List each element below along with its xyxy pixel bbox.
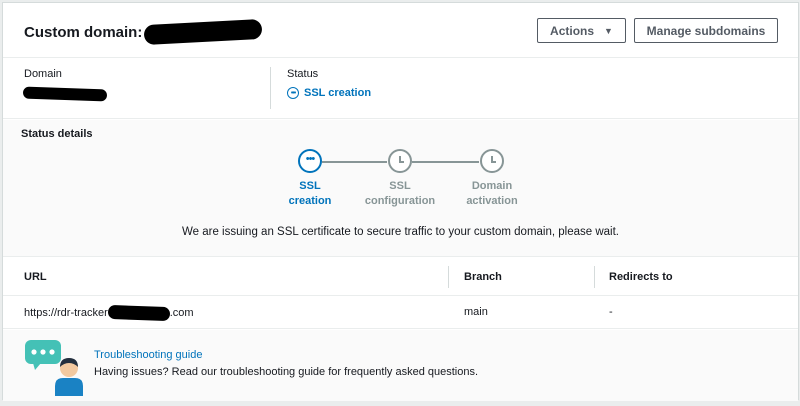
domain-label: Domain — [24, 68, 62, 80]
cell-branch: main — [464, 306, 488, 318]
step-connector — [322, 161, 387, 163]
page-title: Custom domain: — [24, 18, 263, 46]
column-header-branch: Branch — [464, 271, 502, 283]
step-ssl-configuration-icon — [388, 149, 412, 173]
manage-subdomains-label: Manage subdomains — [646, 23, 766, 38]
step-domain-activation-icon — [480, 149, 504, 173]
domain-status-section: Domain Status ••• SSL creation — [3, 59, 798, 119]
status-message: We are issuing an SSL certificate to sec… — [182, 226, 619, 238]
status-details-section: Status details ••• SSL creation SSL conf… — [3, 120, 798, 257]
pending-dots-icon: ••• — [305, 153, 316, 165]
step-label-line2: configuration — [364, 195, 436, 207]
cell-url: https://rdr-tracker .com — [24, 304, 194, 322]
step-ssl-creation-icon: ••• — [298, 149, 322, 173]
table-header: URL Branch Redirects to — [3, 258, 798, 296]
step-label-line1: SSL — [389, 180, 411, 192]
clock-icon — [487, 156, 497, 166]
clock-icon — [395, 156, 405, 166]
status-value-text: SSL creation — [304, 87, 372, 99]
manage-subdomains-button[interactable]: Manage subdomains — [634, 18, 778, 43]
column-divider — [594, 266, 595, 288]
column-header-url: URL — [24, 271, 47, 283]
url-suffix: .com — [169, 307, 194, 319]
step-label-line1: SSL — [299, 180, 321, 192]
step-label-line1: Domain — [471, 180, 513, 192]
column-divider — [448, 266, 449, 288]
table-row: https://rdr-tracker .com main - — [3, 297, 798, 329]
pending-dots-icon: ••• — [287, 87, 299, 99]
card-header: Custom domain: Actions ▼ Manage subdomai… — [3, 3, 798, 58]
actions-button-label: Actions — [550, 23, 595, 38]
caret-down-icon: ▼ — [604, 25, 613, 36]
redacted-url-part — [107, 304, 170, 322]
column-divider — [270, 67, 271, 109]
step-label-ssl-configuration: SSL configuration — [355, 179, 445, 209]
troubleshooting-guide-link[interactable]: Troubleshooting guide — [94, 349, 202, 361]
url-prefix: https://rdr-tracker — [24, 307, 108, 319]
cell-redirects: - — [609, 306, 613, 318]
troubleshooting-description: Having issues? Read our troubleshooting … — [94, 366, 479, 378]
column-header-redirects: Redirects to — [609, 271, 673, 283]
step-label-domain-activation: Domain activation — [447, 179, 537, 209]
page-title-text: Custom domain: — [24, 23, 143, 41]
step-label-line2: activation — [466, 195, 518, 207]
step-connector — [412, 161, 479, 163]
status-label: Status — [287, 68, 319, 80]
redacted-domain-name — [143, 18, 263, 46]
support-chat-icon — [25, 340, 83, 396]
status-value: ••• SSL creation — [287, 87, 371, 99]
step-label-line2: creation — [288, 195, 332, 207]
actions-button[interactable]: Actions ▼ — [537, 18, 626, 43]
redacted-domain-value — [22, 86, 108, 102]
troubleshooting-panel: Troubleshooting guide Having issues? Rea… — [3, 330, 798, 401]
step-label-ssl-creation: SSL creation — [265, 179, 355, 209]
custom-domain-card: Custom domain: Actions ▼ Manage subdomai… — [2, 2, 799, 401]
